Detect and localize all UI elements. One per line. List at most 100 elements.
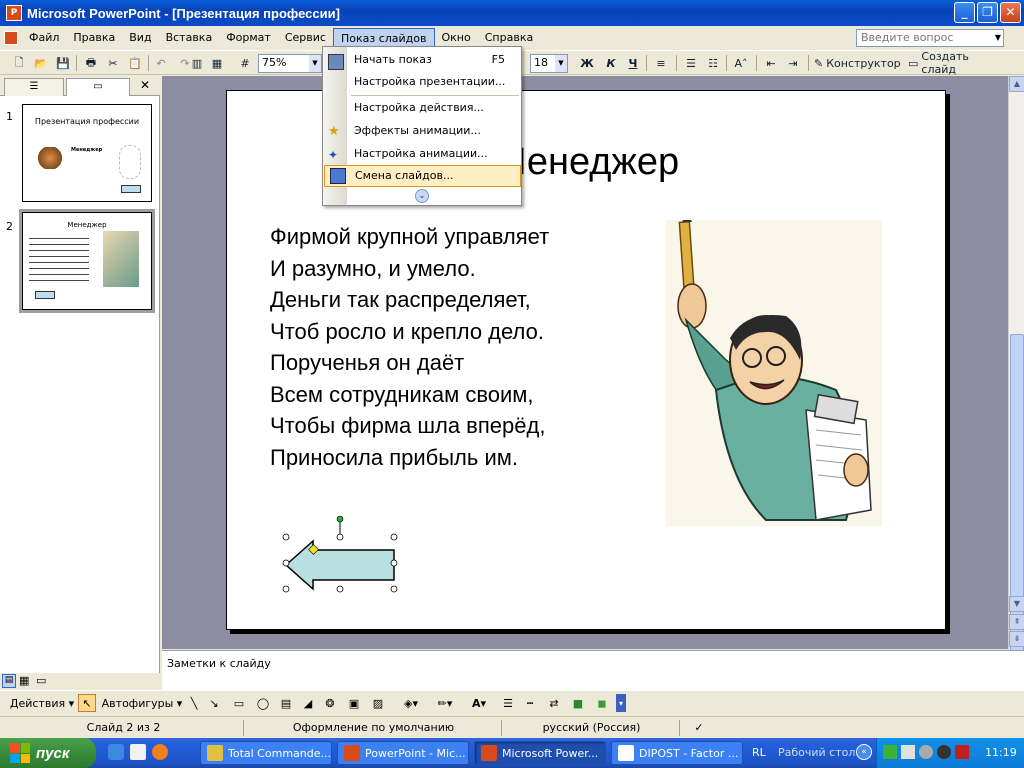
select-pointer-icon[interactable]: ↖ bbox=[78, 694, 96, 712]
scroll-up-icon[interactable]: ▲ bbox=[1009, 76, 1024, 92]
clock[interactable]: 11:19 bbox=[985, 746, 1017, 759]
ask-question-input[interactable]: Введите вопрос bbox=[856, 29, 1004, 47]
line-style-icon[interactable]: ☰ bbox=[500, 694, 516, 712]
menu-tools[interactable]: Сервис bbox=[278, 28, 333, 47]
arrow-style-icon[interactable]: ⇄ bbox=[546, 694, 562, 712]
menu-view[interactable]: Вид bbox=[122, 28, 158, 47]
font-size-select[interactable]: 18 ▼ bbox=[530, 54, 568, 73]
menu-window[interactable]: Окно bbox=[435, 28, 478, 47]
menu-item-animation-schemes[interactable]: Эффекты анимации... bbox=[349, 120, 519, 142]
scroll-down-icon[interactable]: ▼ bbox=[1009, 596, 1024, 612]
task-powerpoint-2[interactable]: Microsoft Power... bbox=[474, 741, 606, 765]
antivirus-icon[interactable] bbox=[937, 745, 951, 759]
menu-item-setup-show[interactable]: Настройка презентации... bbox=[349, 71, 519, 93]
tab-slides[interactable]: ▭ bbox=[66, 78, 130, 96]
numbering-icon[interactable]: ☰ bbox=[682, 54, 700, 72]
paste-icon[interactable]: 📋 bbox=[126, 54, 144, 72]
normal-view-icon[interactable]: ▤ bbox=[2, 674, 16, 688]
desktop-toolbar[interactable]: Рабочий стол bbox=[778, 746, 855, 759]
network-icon[interactable] bbox=[883, 745, 897, 759]
fill-color-icon[interactable]: ◈▾ bbox=[398, 694, 424, 712]
save-icon[interactable]: 💾 bbox=[54, 54, 72, 72]
slide-sorter-icon[interactable]: ▦ bbox=[19, 674, 29, 687]
chevron-down-icon[interactable]: ▼ bbox=[992, 30, 1004, 46]
menu-edit[interactable]: Правка bbox=[66, 28, 122, 47]
zoom-select[interactable]: 75% ▼ bbox=[258, 54, 322, 73]
start-button[interactable]: пуск bbox=[0, 738, 96, 768]
close-pane-icon[interactable]: ✕ bbox=[140, 78, 150, 92]
volume-icon[interactable] bbox=[901, 745, 915, 759]
poem-text[interactable]: Фирмой крупной управляет И разумно, и ум… bbox=[270, 221, 549, 473]
line-color-icon[interactable]: ✏▾ bbox=[432, 694, 458, 712]
menu-item-start-show[interactable]: Начать показ F5 bbox=[349, 49, 519, 71]
slideshow-view-icon[interactable]: ▭ bbox=[36, 674, 46, 687]
rectangle-tool-icon[interactable]: ▭ bbox=[230, 694, 248, 712]
notes-pane[interactable]: Заметки к слайду bbox=[162, 650, 1024, 690]
picture-icon[interactable]: ▨ bbox=[370, 694, 386, 712]
underline-button[interactable]: Ч bbox=[624, 54, 642, 72]
slide-thumbnail-1[interactable]: Презентация профессии Менеджер bbox=[22, 104, 152, 202]
close-button[interactable]: ✕ bbox=[1000, 2, 1021, 23]
increase-indent-icon[interactable]: ⇥ bbox=[784, 54, 802, 72]
wordart-icon[interactable]: ◢ bbox=[300, 694, 316, 712]
new-slide-button[interactable]: ▭ Создать слайд bbox=[908, 50, 1004, 76]
table-icon[interactable]: ▦ bbox=[208, 54, 226, 72]
task-powerpoint-1[interactable]: PowerPoint - Mic... bbox=[337, 741, 469, 765]
expand-menu-icon[interactable]: ⌄ bbox=[415, 189, 429, 203]
rotate-handle[interactable] bbox=[336, 515, 344, 523]
designer-button[interactable]: ✎ Конструктор bbox=[814, 54, 904, 72]
arrow-tool-icon[interactable]: ↘ bbox=[206, 694, 222, 712]
dash-style-icon[interactable]: ┅ bbox=[522, 694, 538, 712]
chart-icon[interactable]: ▥ bbox=[188, 54, 206, 72]
firefox-icon[interactable] bbox=[152, 744, 168, 760]
menu-help[interactable]: Справка bbox=[478, 28, 540, 47]
autoshapes-menu[interactable]: Автофигуры ▾ bbox=[102, 694, 183, 712]
security-icon[interactable] bbox=[919, 745, 933, 759]
tray-expand-icon[interactable]: « bbox=[856, 744, 872, 760]
vertical-scrollbar[interactable]: ▲ ▼ ⇞ ⇟ bbox=[1008, 76, 1024, 652]
menu-insert[interactable]: Вставка bbox=[159, 28, 220, 47]
cut-icon[interactable]: ✂ bbox=[104, 54, 122, 72]
bullets-icon[interactable]: ☷ bbox=[704, 54, 722, 72]
bold-button[interactable]: Ж bbox=[578, 54, 596, 72]
chevron-down-icon[interactable]: ▼ bbox=[309, 55, 321, 72]
toolbar-options-icon[interactable]: ▾ bbox=[616, 694, 626, 712]
diagram-icon[interactable]: ❂ bbox=[322, 694, 338, 712]
manager-clipart-image[interactable] bbox=[666, 220, 882, 526]
language-indicator[interactable]: RL bbox=[752, 746, 766, 759]
shadow-icon[interactable]: ■ bbox=[570, 694, 586, 712]
maximize-button[interactable]: ❐ bbox=[977, 2, 998, 23]
document-icon[interactable] bbox=[4, 30, 18, 45]
menu-item-slide-transition[interactable]: Смена слайдов... bbox=[324, 165, 521, 187]
minimize-button[interactable]: _ bbox=[954, 2, 975, 23]
menu-item-custom-animation[interactable]: Настройка анимации... bbox=[349, 143, 519, 165]
italic-button[interactable]: К bbox=[602, 54, 620, 72]
spelling-icon[interactable]: ✓ bbox=[684, 720, 714, 736]
desktop-icon[interactable] bbox=[108, 744, 124, 760]
slide-thumbnail-2[interactable]: Менеджер bbox=[19, 209, 155, 313]
actions-menu[interactable]: Действия ▾ bbox=[10, 694, 74, 712]
print-icon[interactable]: 🖶 bbox=[82, 54, 100, 72]
align-left-icon[interactable]: ≡ bbox=[652, 54, 670, 72]
tab-outline[interactable]: ☰ bbox=[4, 78, 64, 96]
decrease-indent-icon[interactable]: ⇤ bbox=[762, 54, 780, 72]
font-color-icon[interactable]: A▾ bbox=[466, 694, 492, 712]
task-total-commander[interactable]: Total Commande... bbox=[200, 741, 332, 765]
open-icon[interactable]: 📂 bbox=[32, 54, 50, 72]
next-slide-icon[interactable]: ⇟ bbox=[1009, 631, 1024, 647]
previous-slide-icon[interactable]: ⇞ bbox=[1009, 614, 1024, 630]
line-tool-icon[interactable]: ╲ bbox=[186, 694, 202, 712]
new-document-icon[interactable]: 🗋 bbox=[10, 54, 28, 72]
task-dipost[interactable]: DIPOST - Factor ... bbox=[611, 741, 743, 765]
undo-icon[interactable]: ↶ bbox=[152, 54, 170, 72]
menu-item-action-settings[interactable]: Настройка действия... bbox=[349, 97, 519, 119]
menu-format[interactable]: Формат bbox=[219, 28, 278, 47]
tray-app-icon[interactable] bbox=[955, 745, 969, 759]
menu-file[interactable]: Файл bbox=[22, 28, 66, 47]
notepad-icon[interactable] bbox=[130, 744, 146, 760]
grid-icon[interactable]: # bbox=[236, 54, 254, 72]
3d-icon[interactable]: ◼ bbox=[594, 694, 610, 712]
chevron-down-icon[interactable]: ▼ bbox=[555, 55, 567, 72]
clipart-icon[interactable]: ▣ bbox=[346, 694, 362, 712]
back-arrow-shape[interactable] bbox=[279, 513, 403, 593]
